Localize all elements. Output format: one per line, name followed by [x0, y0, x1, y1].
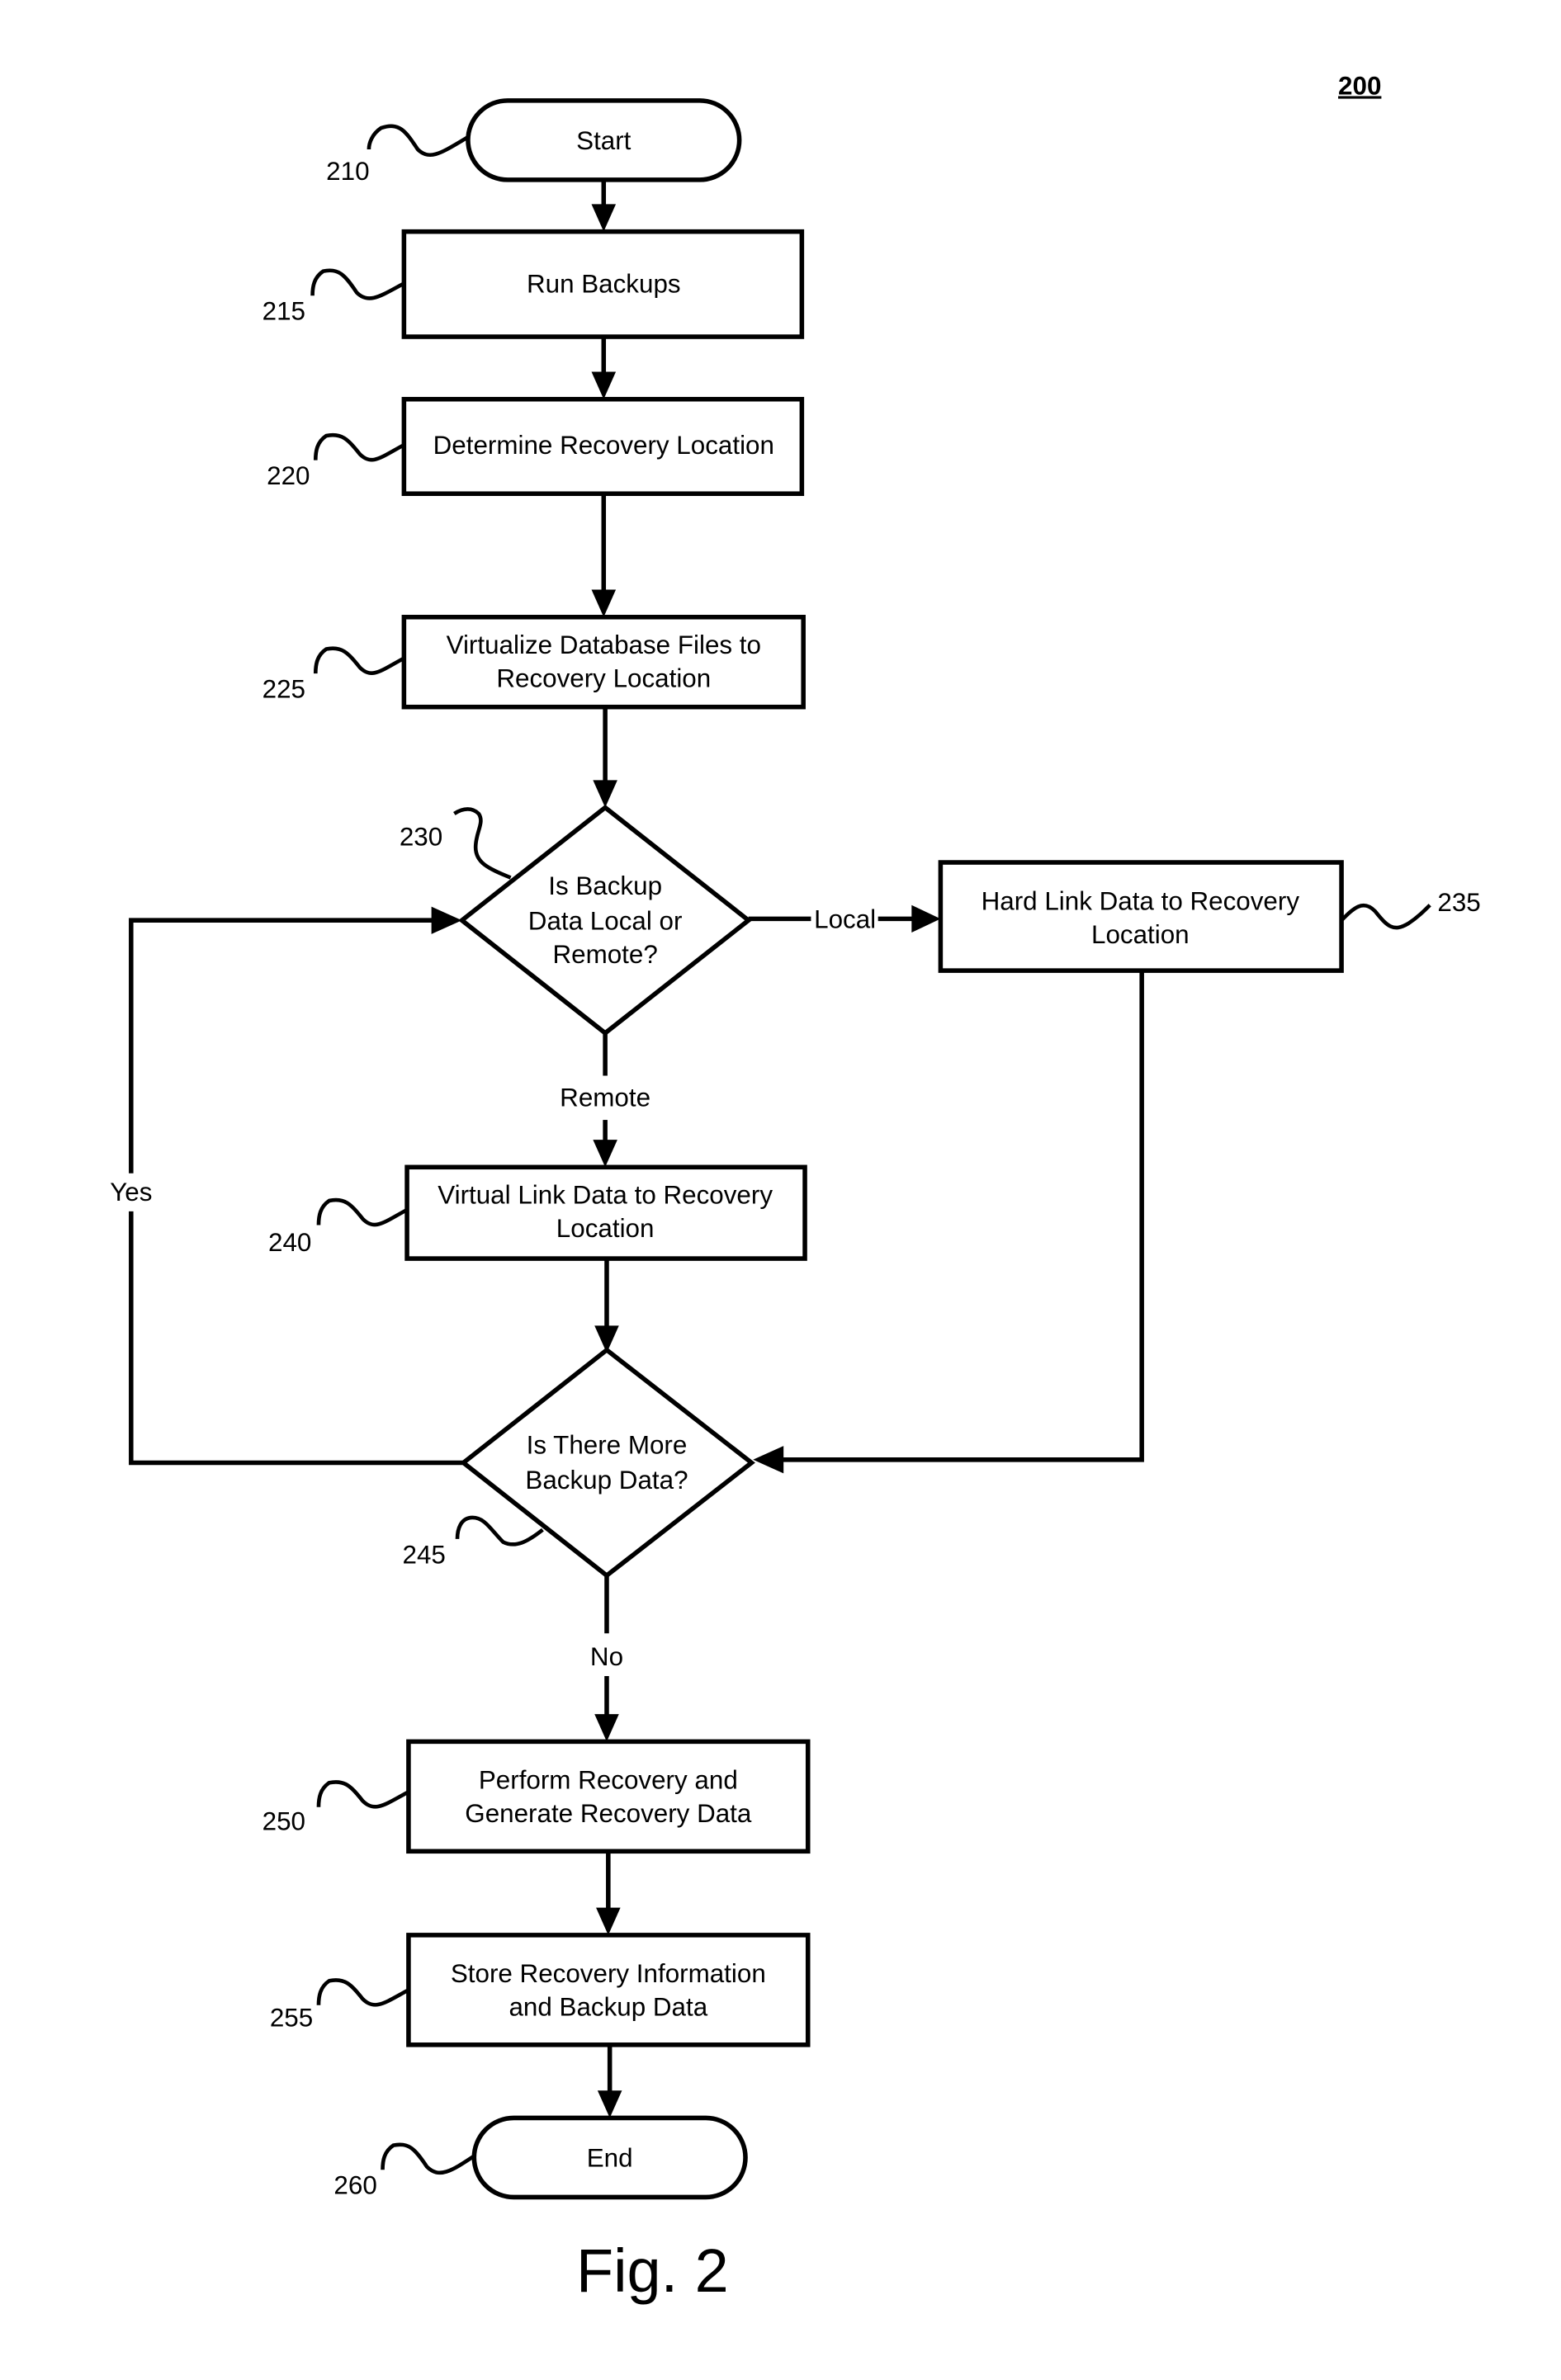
ref-240: 240 — [268, 1228, 311, 1257]
edge-label-yes: Yes — [110, 1178, 152, 1207]
ref-leader-215 — [310, 268, 405, 300]
ref-leader-245 — [455, 1515, 544, 1547]
end-terminal: End — [471, 2115, 748, 2200]
step-virtualize-database-files: Virtualize Database Files to Recovery Lo… — [401, 615, 806, 710]
ref-235: 235 — [1437, 888, 1480, 917]
ref-leader-230 — [453, 807, 512, 880]
ref-leader-260 — [381, 2142, 475, 2175]
determine-location-label: Determine Recovery Location — [433, 431, 774, 460]
virtualize-label-line2: Recovery Location — [496, 664, 711, 693]
figure-number: 200 — [1338, 71, 1381, 100]
store-info-label-line2: and Backup Data — [509, 1993, 707, 2022]
ref-260: 260 — [333, 2171, 376, 2200]
step-hard-link: Hard Link Data to Recovery Location — [938, 860, 1344, 973]
decision-230-line2: Data Local or — [528, 906, 683, 935]
start-terminal: Start — [466, 98, 742, 182]
ref-225: 225 — [263, 675, 305, 704]
arrowhead-icon — [593, 780, 617, 808]
arrowhead-icon — [596, 1907, 621, 1935]
virtualize-label-line1: Virtualize Database Files to — [447, 630, 761, 659]
step-virtual-link: Virtual Link Data to Recovery Location — [404, 1164, 807, 1261]
flowchart-canvas: 200 Start 210 Run Backups 215 Determine … — [110, 71, 1481, 2305]
ref-leader-250 — [316, 1780, 409, 1809]
step-determine-recovery-location: Determine Recovery Location — [401, 396, 805, 496]
hard-link-label-line2: Location — [1091, 920, 1190, 949]
ref-215: 215 — [263, 297, 305, 326]
ref-leader-255 — [316, 1978, 409, 2007]
run-backups-label: Run Backups — [527, 270, 681, 299]
store-info-label-line1: Store Recovery Information — [451, 1959, 766, 1988]
arrowhead-icon — [594, 1714, 619, 1742]
ref-leader-240 — [316, 1197, 409, 1227]
figure-caption: Fig. 2 — [576, 2236, 729, 2305]
step-run-backups: Run Backups — [401, 229, 805, 339]
arrowhead-icon — [431, 906, 462, 934]
decision-230-line3: Remote? — [552, 940, 657, 969]
arrowhead-icon — [591, 589, 617, 617]
edge-yes-loop-2 — [129, 918, 435, 1173]
ref-leader-220 — [313, 432, 405, 462]
ref-220: 220 — [267, 461, 310, 490]
virtual-link-label-line2: Location — [556, 1214, 655, 1243]
ref-230: 230 — [400, 823, 442, 852]
step-store-recovery-info: Store Recovery Information and Backup Da… — [406, 1933, 811, 2047]
arrowhead-icon — [597, 2090, 622, 2118]
decision-local-or-remote: Is Backup Data Local or Remote? — [458, 805, 753, 1037]
decision-245-line1: Is There More — [527, 1430, 688, 1459]
ref-250: 250 — [263, 1806, 305, 1835]
perform-recovery-label-line1: Perform Recovery and — [479, 1766, 738, 1795]
edge-hardlink-to-decision245 — [780, 970, 1144, 1462]
ref-leader-235 — [1340, 903, 1431, 930]
decision-245-line2: Backup Data? — [525, 1466, 688, 1495]
arrowhead-icon — [591, 204, 617, 232]
ref-leader-210 — [367, 124, 470, 158]
perform-recovery-label-line2: Generate Recovery Data — [465, 1799, 752, 1828]
decision-230-line1: Is Backup — [548, 871, 662, 900]
ref-255: 255 — [270, 2004, 313, 2033]
arrowhead-icon — [911, 904, 941, 933]
arrowhead-icon — [591, 371, 617, 399]
end-label: End — [587, 2144, 633, 2173]
arrowhead-icon — [593, 1140, 617, 1168]
ref-245: 245 — [403, 1540, 446, 1569]
start-label: Start — [576, 126, 631, 155]
arrowhead-icon — [753, 1446, 784, 1474]
virtual-link-label-line1: Virtual Link Data to Recovery — [438, 1181, 773, 1210]
ref-leader-225 — [313, 646, 405, 675]
edge-label-local: Local — [814, 904, 876, 933]
ref-210: 210 — [326, 157, 369, 186]
edge-label-no: No — [590, 1642, 623, 1671]
edge-label-remote: Remote — [560, 1083, 650, 1112]
hard-link-label-line1: Hard Link Data to Recovery — [982, 886, 1300, 915]
step-perform-recovery: Perform Recovery and Generate Recovery D… — [406, 1739, 811, 1854]
